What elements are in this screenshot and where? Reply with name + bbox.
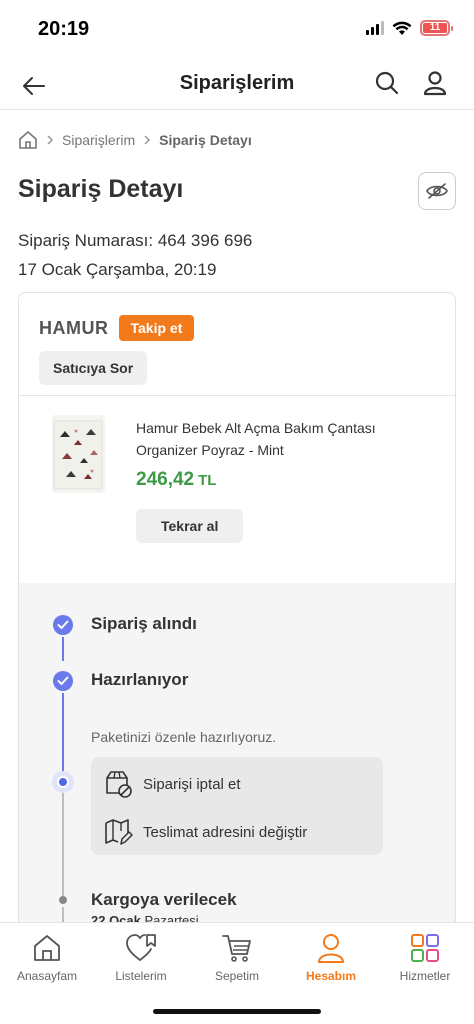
cancel-order-button[interactable]: Siparişi iptal et [103,769,241,799]
tab-cart[interactable]: Sepetim [190,931,284,983]
seller-name[interactable]: HAMUR [39,318,109,339]
battery-icon: 11 [420,20,453,36]
map-edit-icon [105,819,133,845]
tab-account[interactable]: Hesabım [284,931,378,983]
step-label-received: Sipariş alındı [91,614,197,633]
page-title: Sipariş Detayı [18,175,184,203]
status-icons: 11 [366,20,453,36]
step-label-shipping: Kargoya verilecek [91,890,237,909]
order-date: 17 Ocak Çarşamba, 20:19 [18,260,217,279]
timeline-line-done [62,637,64,661]
price-currency: TL [198,472,217,489]
seller-row: HAMUR Takip et [39,315,195,341]
price-amount: 246,42 [136,469,195,490]
product-price: 246,42 TL [136,469,216,491]
order-timeline: Sipariş alındı Hazırlanıyor Paketinizi ö… [19,583,455,951]
wifi-icon [392,21,412,35]
chevron-right-icon [47,135,54,145]
chevron-right-icon [144,135,151,145]
cancel-box-icon [106,771,132,798]
current-step-indicator [52,771,74,793]
status-bar: 20:19 11 [0,0,474,56]
home-icon [34,935,60,961]
change-address-button[interactable]: Teslimat adresini değiştir [103,817,307,847]
follow-button[interactable]: Takip et [118,315,195,341]
product-title[interactable]: Hamur Bebek Alt Açma Bakım Çantası Organ… [136,417,436,461]
cancel-order-label: Siparişi iptal et [143,775,241,793]
account-icon [318,934,344,963]
product-image[interactable] [52,415,105,493]
order-card: HAMUR Takip et Satıcıya Sor Hamur Bebek … [18,292,456,952]
user-icon[interactable] [422,70,448,96]
tab-bar: Anasayfam Listelerim Sepetim Hesabım Hiz… [0,922,474,1024]
cart-icon [222,935,251,962]
tab-home[interactable]: Anasayfam [0,931,94,983]
eye-off-icon [426,183,448,199]
tab-label: Hizmetler [399,969,451,983]
step-done-icon [53,671,73,691]
divider [19,395,455,396]
status-time: 20:19 [38,18,90,40]
battery-level: 11 [423,23,447,33]
home-icon[interactable] [18,130,38,150]
tab-label: Listelerim [115,969,167,983]
search-icon[interactable] [374,70,400,96]
ask-seller-button[interactable]: Satıcıya Sor [39,351,148,385]
tab-label: Hesabım [305,969,357,983]
tab-services[interactable]: Hizmetler [378,931,472,983]
breadcrumb-item-current: Sipariş Detayı [159,132,252,148]
order-number: Sipariş Numarası: 464 396 696 [18,231,253,250]
timeline-line-pending [62,791,64,901]
tab-lists[interactable]: Listelerim [94,931,188,983]
tab-label: Sepetim [214,969,260,983]
services-grid-icon [411,934,439,962]
change-address-label: Teslimat adresini değiştir [143,823,308,841]
step-done-icon [53,615,73,635]
step-note: Paketinizi özenle hazırlıyoruz. [91,729,277,745]
signal-icon [366,21,384,35]
pending-step-dot [59,896,67,904]
hide-order-button[interactable] [418,172,456,210]
tab-label: Anasayfam [16,969,78,983]
nav-bar: Siparişlerim [0,56,474,110]
heart-list-icon [126,934,156,961]
timeline-line-done [62,693,64,781]
step-label-preparing: Hazırlanıyor [91,670,189,689]
rebuy-button[interactable]: Tekrar al [136,509,244,543]
breadcrumb: Siparişlerim Sipariş Detayı [18,130,252,150]
home-indicator [153,1009,321,1014]
order-actions-box: Siparişi iptal et Teslimat adresini deği… [91,757,383,855]
breadcrumb-item-orders[interactable]: Siparişlerim [62,132,135,148]
nav-title: Siparişlerim [179,72,295,94]
